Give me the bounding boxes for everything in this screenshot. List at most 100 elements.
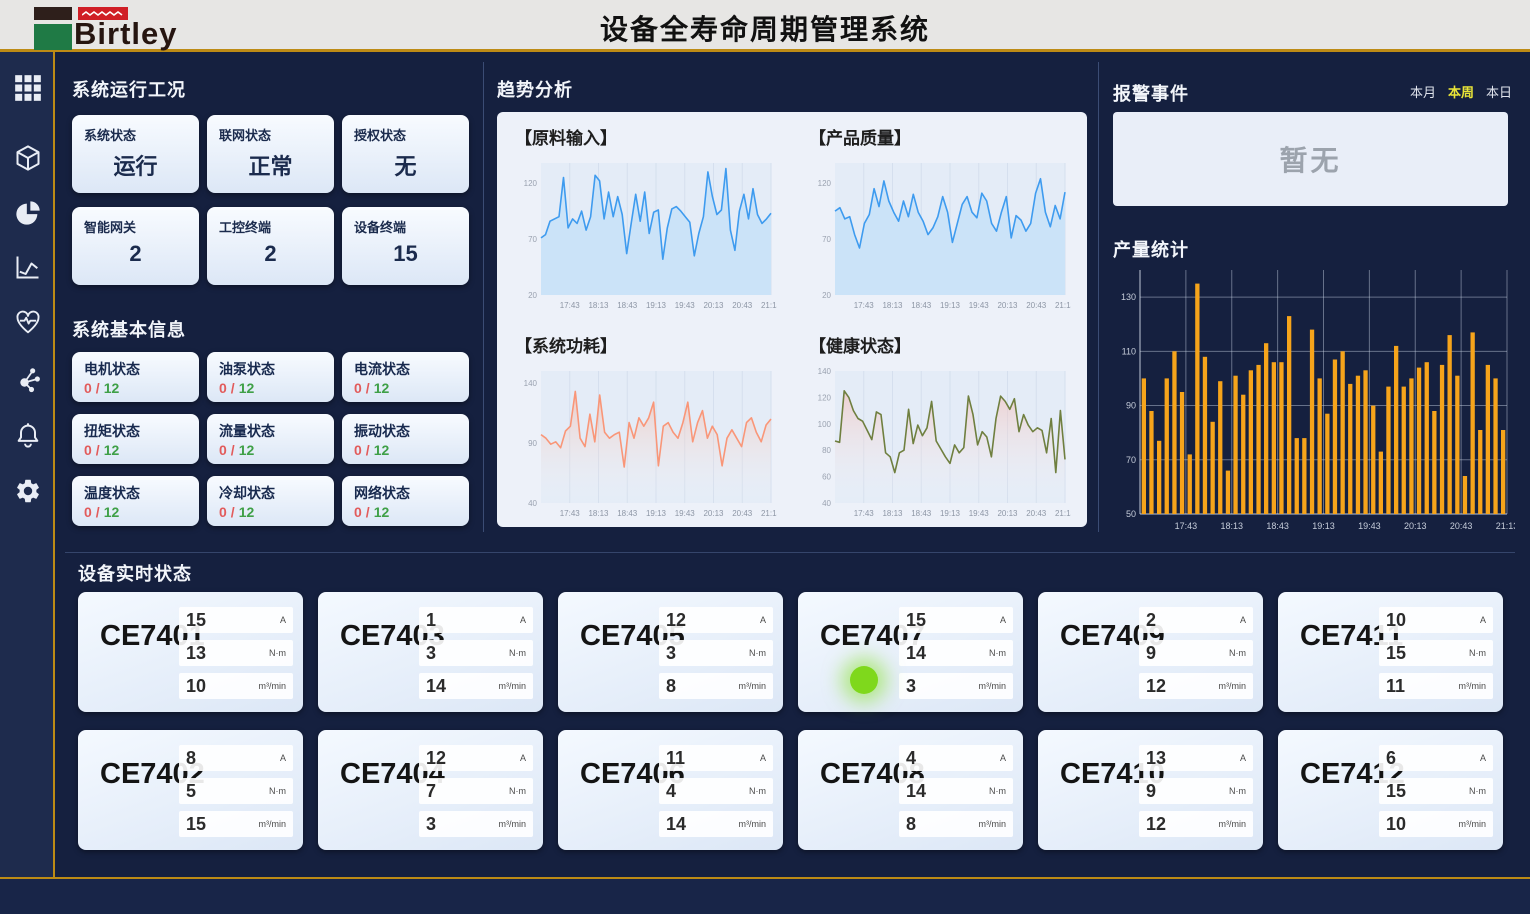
svg-text:40: 40 bbox=[822, 499, 831, 508]
divider bbox=[65, 552, 1515, 553]
product-quality-chart-block: 【产品质量】 17:4318:1318:4319:1319:4320:1320:… bbox=[809, 124, 1081, 318]
count-separator: / bbox=[96, 442, 100, 458]
device-card[interactable]: CE7407 15A 14N·m 3m³/min bbox=[798, 592, 1023, 712]
svg-text:20:43: 20:43 bbox=[1026, 301, 1047, 310]
unit-label: m³/min bbox=[1219, 681, 1247, 691]
device-card[interactable]: CE7412 6A 15N·m 10m³/min bbox=[1278, 730, 1503, 850]
line-chart-icon[interactable] bbox=[14, 253, 42, 281]
svg-text:20:13: 20:13 bbox=[703, 509, 724, 518]
svg-text:18:43: 18:43 bbox=[617, 301, 638, 310]
info-card: 扭矩状态 0/12 bbox=[72, 414, 199, 464]
device-current: 15 bbox=[906, 610, 926, 631]
svg-text:18:13: 18:13 bbox=[882, 301, 903, 310]
device-card[interactable]: CE7406 11A 4N·m 14m³/min bbox=[558, 730, 783, 850]
alarm-count: 0 bbox=[84, 442, 92, 458]
status-card-label: 智能网关 bbox=[72, 207, 199, 236]
total-count: 12 bbox=[239, 442, 255, 458]
status-card-value: 15 bbox=[342, 241, 469, 267]
svg-text:40: 40 bbox=[528, 499, 537, 508]
svg-text:17:43: 17:43 bbox=[854, 509, 875, 518]
cube-icon[interactable] bbox=[14, 144, 42, 172]
info-card-label: 电流状态 bbox=[342, 352, 469, 379]
unit-label: N·m bbox=[269, 786, 286, 796]
svg-text:18:43: 18:43 bbox=[911, 301, 932, 310]
alarm-count: 0 bbox=[354, 380, 362, 396]
svg-text:18:13: 18:13 bbox=[588, 509, 609, 518]
tab-this-week[interactable]: 本周 bbox=[1448, 82, 1474, 101]
svg-text:120: 120 bbox=[818, 393, 832, 402]
unit-label: A bbox=[1240, 615, 1246, 625]
info-card-label: 振动状态 bbox=[342, 414, 469, 441]
device-torque: 14 bbox=[906, 781, 926, 802]
chart-title: 【健康状态】 bbox=[809, 332, 1081, 357]
device-flow: 12 bbox=[1146, 676, 1166, 697]
info-card-label: 网络状态 bbox=[342, 476, 469, 503]
svg-text:19:43: 19:43 bbox=[1358, 521, 1381, 531]
device-card[interactable]: CE7411 10A 15N·m 11m³/min bbox=[1278, 592, 1503, 712]
device-flow: 8 bbox=[666, 676, 676, 697]
device-torque: 9 bbox=[1146, 781, 1156, 802]
tab-today[interactable]: 本日 bbox=[1486, 82, 1512, 101]
system-power-chart: 17:4318:1318:4319:1319:4320:1320:4321:13… bbox=[515, 363, 777, 521]
health-monitor-icon[interactable] bbox=[14, 309, 42, 337]
unit-label: A bbox=[760, 615, 766, 625]
info-card: 温度状态 0/12 bbox=[72, 476, 199, 526]
tab-this-month[interactable]: 本月 bbox=[1410, 82, 1436, 101]
device-card[interactable]: CE7410 13A 9N·m 12m³/min bbox=[1038, 730, 1263, 850]
svg-text:90: 90 bbox=[1126, 401, 1136, 411]
svg-text:20:43: 20:43 bbox=[732, 301, 753, 310]
count-separator: / bbox=[366, 504, 370, 520]
device-card[interactable]: CE7408 4A 14N·m 8m³/min bbox=[798, 730, 1023, 850]
device-card[interactable]: CE7409 2A 9N·m 12m³/min bbox=[1038, 592, 1263, 712]
device-values: 13A 9N·m 12m³/min bbox=[1139, 745, 1253, 837]
device-flow: 3 bbox=[906, 676, 916, 697]
info-card-label: 油泵状态 bbox=[207, 352, 334, 379]
total-count: 12 bbox=[374, 442, 390, 458]
pie-chart-icon[interactable] bbox=[14, 199, 42, 227]
unit-label: A bbox=[1480, 753, 1486, 763]
device-torque: 4 bbox=[666, 781, 676, 802]
device-torque: 3 bbox=[426, 643, 436, 664]
device-flow: 15 bbox=[186, 814, 206, 835]
info-panel-title: 系统基本信息 bbox=[72, 316, 186, 342]
notifications-bell-icon[interactable] bbox=[14, 421, 42, 449]
count-separator: / bbox=[96, 380, 100, 396]
svg-text:19:13: 19:13 bbox=[646, 509, 667, 518]
settings-gear-icon[interactable] bbox=[14, 477, 42, 505]
sidebar bbox=[0, 52, 55, 877]
device-torque: 3 bbox=[666, 643, 676, 664]
svg-text:18:13: 18:13 bbox=[588, 301, 609, 310]
svg-text:20:13: 20:13 bbox=[997, 301, 1018, 310]
svg-text:20:43: 20:43 bbox=[732, 509, 753, 518]
unit-label: A bbox=[1000, 753, 1006, 763]
device-card[interactable]: CE7401 15A 13N·m 10m³/min bbox=[78, 592, 303, 712]
device-flow: 12 bbox=[1146, 814, 1166, 835]
status-card-label: 系统状态 bbox=[72, 115, 199, 144]
unit-label: m³/min bbox=[259, 819, 287, 829]
device-card[interactable]: CE7403 1A 3N·m 14m³/min bbox=[318, 592, 543, 712]
apps-grid-icon[interactable] bbox=[14, 74, 42, 102]
unit-label: N·m bbox=[989, 648, 1006, 658]
status-card-label: 联网状态 bbox=[207, 115, 334, 144]
device-card[interactable]: CE7402 8A 5N·m 15m³/min bbox=[78, 730, 303, 850]
device-flow: 11 bbox=[1386, 676, 1405, 697]
info-card: 电流状态 0/12 bbox=[342, 352, 469, 402]
device-values: 4A 14N·m 8m³/min bbox=[899, 745, 1013, 837]
status-card: 智能网关 2 bbox=[72, 207, 199, 285]
svg-text:19:43: 19:43 bbox=[969, 509, 990, 518]
device-card[interactable]: CE7405 12A 3N·m 8m³/min bbox=[558, 592, 783, 712]
unit-label: m³/min bbox=[1219, 819, 1247, 829]
total-count: 12 bbox=[239, 380, 255, 396]
divider bbox=[1098, 62, 1099, 532]
total-count: 12 bbox=[104, 504, 120, 520]
molecule-icon[interactable] bbox=[14, 365, 42, 393]
device-current: 12 bbox=[426, 748, 446, 769]
device-torque: 7 bbox=[426, 781, 436, 802]
device-card[interactable]: CE7404 12A 7N·m 3m³/min bbox=[318, 730, 543, 850]
svg-text:18:13: 18:13 bbox=[882, 509, 903, 518]
status-card: 授权状态 无 bbox=[342, 115, 469, 193]
unit-label: N·m bbox=[989, 786, 1006, 796]
unit-label: m³/min bbox=[1459, 819, 1487, 829]
alarm-count: 0 bbox=[84, 504, 92, 520]
svg-text:21:13: 21:13 bbox=[1055, 509, 1071, 518]
